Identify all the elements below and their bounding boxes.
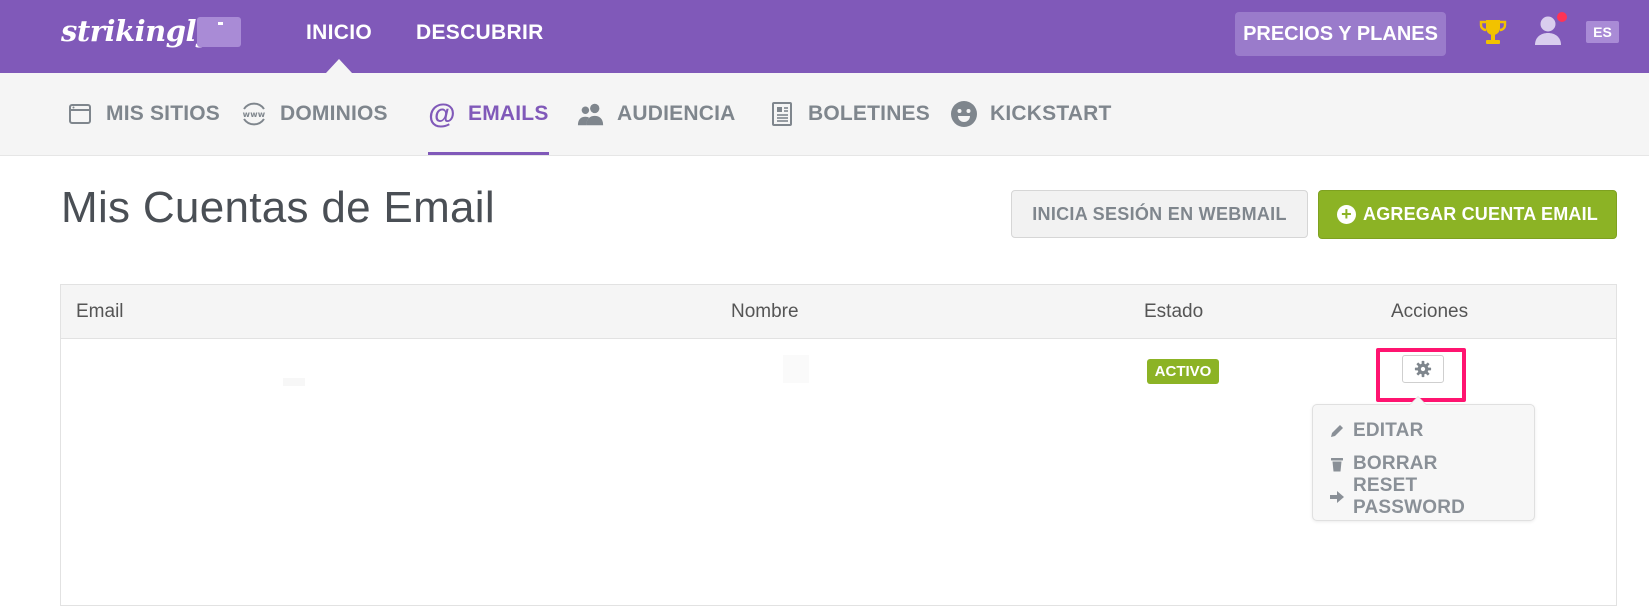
menu-item-label: BORRAR bbox=[1353, 453, 1438, 474]
plus-circle-icon: + bbox=[1337, 205, 1356, 224]
menu-item-label: EDITAR bbox=[1353, 420, 1424, 441]
strikingly-logo[interactable]: strikingly bbox=[61, 14, 213, 48]
tab-emails[interactable]: @ EMAILS bbox=[428, 73, 549, 155]
at-sign-icon: @ bbox=[428, 98, 456, 129]
actions-dropdown-menu: EDITAR BORRAR RESET PASSWORD bbox=[1312, 396, 1535, 521]
page-title: Mis Cuentas de Email bbox=[61, 183, 495, 232]
www-globe-icon: www bbox=[240, 100, 268, 128]
tab-label: DOMINIOS bbox=[280, 102, 388, 125]
email-accounts-table: Email Nombre Estado Acciones ACTIVO EDIT… bbox=[60, 284, 1617, 606]
nav-descubrir[interactable]: DESCUBRIR bbox=[416, 21, 544, 45]
tab-audiencia[interactable]: AUDIENCIA bbox=[577, 73, 735, 155]
smiley-icon bbox=[950, 100, 978, 128]
gear-icon bbox=[1414, 360, 1432, 378]
pencil-icon bbox=[1329, 423, 1345, 439]
language-selector[interactable]: ES bbox=[1586, 21, 1619, 43]
column-header-email: Email bbox=[76, 301, 124, 322]
trophy-icon[interactable] bbox=[1479, 17, 1507, 47]
notification-dot bbox=[1557, 12, 1567, 22]
pricing-plans-button[interactable]: PRECIOS Y PLANES bbox=[1235, 12, 1446, 56]
nombre-cell bbox=[783, 355, 809, 383]
active-nav-caret bbox=[326, 59, 352, 73]
tab-boletines[interactable]: BOLETINES bbox=[768, 73, 930, 155]
add-email-account-button[interactable]: + AGREGAR CUENTA EMAIL bbox=[1318, 190, 1617, 239]
tab-label: AUDIENCIA bbox=[617, 102, 736, 125]
status-badge: ACTIVO bbox=[1147, 359, 1219, 384]
dashboard-subnav: MIS SITIOS www DOMINIOS @ EMAILS AUDIENC… bbox=[0, 73, 1649, 156]
tab-label: BOLETINES bbox=[808, 102, 930, 125]
menu-item-borrar[interactable]: BORRAR bbox=[1329, 451, 1438, 477]
tab-kickstart[interactable]: KICKSTART bbox=[950, 73, 1112, 155]
trash-icon bbox=[1329, 456, 1345, 472]
newsletter-icon bbox=[768, 100, 796, 128]
table-header: Email Nombre Estado Acciones bbox=[61, 285, 1616, 339]
nav-inicio[interactable]: INICIO bbox=[306, 21, 372, 45]
tab-label: MIS SITIOS bbox=[106, 102, 221, 125]
tab-mis-sitios[interactable]: MIS SITIOS bbox=[66, 73, 220, 155]
actions-gear-button[interactable] bbox=[1402, 355, 1444, 383]
menu-item-label: RESET PASSWORD bbox=[1353, 475, 1466, 518]
tab-dominios[interactable]: www DOMINIOS bbox=[240, 73, 388, 155]
site-badge bbox=[197, 17, 241, 47]
top-navbar: strikingly INICIO DESCUBRIR PRECIOS Y PL… bbox=[0, 0, 1649, 73]
column-header-estado: Estado bbox=[1144, 301, 1204, 322]
menu-item-editar[interactable]: EDITAR bbox=[1329, 418, 1424, 444]
webmail-login-button[interactable]: INICIA SESIÓN EN WEBMAIL bbox=[1011, 190, 1308, 238]
column-header-nombre: Nombre bbox=[731, 301, 799, 322]
email-cell bbox=[283, 378, 305, 386]
users-icon bbox=[577, 100, 605, 128]
arrow-right-icon bbox=[1329, 489, 1345, 505]
add-email-account-label: AGREGAR CUENTA EMAIL bbox=[1363, 204, 1598, 224]
menu-item-reset-password[interactable]: RESET PASSWORD bbox=[1329, 475, 1534, 518]
browser-window-icon bbox=[66, 100, 94, 128]
tab-label: EMAILS bbox=[468, 102, 549, 125]
svg-text:www: www bbox=[243, 110, 266, 119]
column-header-acciones: Acciones bbox=[1391, 301, 1469, 322]
tab-label: KICKSTART bbox=[990, 102, 1112, 125]
